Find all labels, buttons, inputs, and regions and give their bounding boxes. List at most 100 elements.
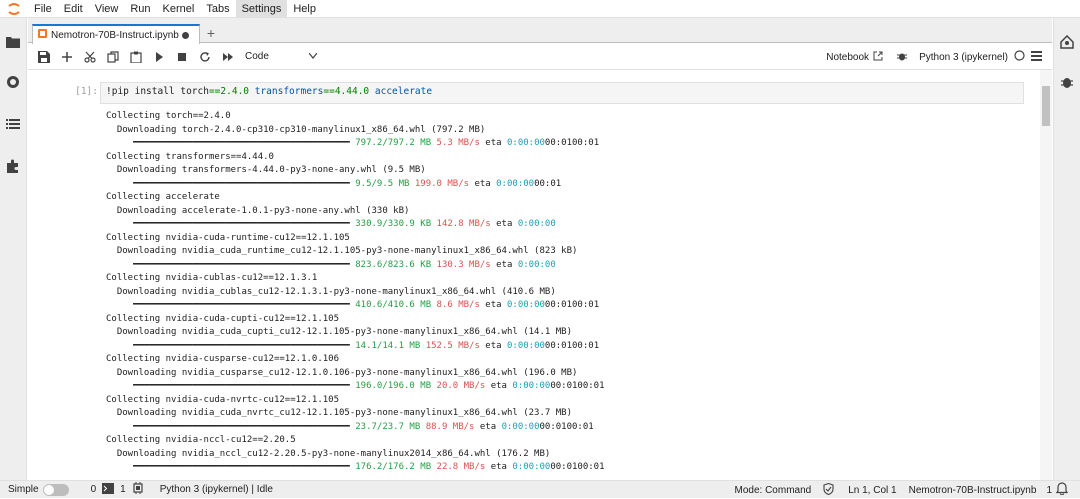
kernel-icon: [132, 482, 144, 497]
output-segment: ━━━━━━━━━━━━━━━━━━━━━━━━━━━━━━━━━━━━━━━━: [106, 300, 356, 310]
code-version: 2.4.0: [220, 86, 250, 97]
property-inspector-icon[interactable]: [1059, 34, 1075, 50]
menu-kernel[interactable]: Kernel: [157, 0, 201, 18]
output-segment: 0:00:00: [506, 138, 545, 148]
output-segment: Downloading torch-2.4.0-cp310-cp310-many…: [106, 124, 486, 135]
output-line: Collecting nvidia-nccl-cu12==2.20.5: [106, 434, 1026, 448]
output-segment: 5.3 MB/s: [431, 138, 480, 148]
code-text: !pip install torch: [106, 86, 209, 97]
output-segment: Downloading nvidia_cuda_runtime_cu12-12.…: [106, 246, 578, 256]
output-segment: 00:0100:01: [544, 138, 600, 148]
vertical-scrollbar[interactable]: [1040, 70, 1052, 480]
output-segment: Collecting nvidia-nccl-cu12==2.20.5: [106, 435, 296, 445]
fast-forward-icon[interactable]: [216, 46, 239, 68]
run-icon[interactable]: [147, 46, 170, 68]
output-segment: Downloading transformers-4.44.0-py3-none…: [106, 165, 426, 175]
notebook-tab[interactable]: Nemotron-70B-Instruct.ipynb: [32, 24, 200, 44]
menu-help[interactable]: Help: [287, 0, 322, 18]
cell-type-value: Code: [245, 51, 269, 62]
right-sidebar: [1053, 18, 1080, 480]
code-cell-input[interactable]: !pip install torch==2.4.0 transformers==…: [100, 82, 1024, 104]
copy-icon[interactable]: [101, 46, 124, 68]
output-segment: eta: [479, 138, 507, 148]
menu-run[interactable]: Run: [124, 0, 156, 18]
folder-icon[interactable]: [5, 34, 21, 50]
output-line: ━━━━━━━━━━━━━━━━━━━━━━━━━━━━━━━━━━━━━━━━…: [106, 461, 1026, 475]
output-line: Collecting nvidia-cublas-cu12==12.1.3.1: [106, 272, 1026, 286]
menu-tabs[interactable]: Tabs: [200, 0, 235, 18]
output-segment: 00:0100:01: [550, 462, 605, 472]
jupyter-logo-icon: [0, 0, 28, 18]
shield-check-icon[interactable]: [823, 482, 834, 498]
output-segment: ━━━━━━━━━━━━━━━━━━━━━━━━━━━━━━━━━━━━━━━━: [106, 462, 356, 472]
output-line: Collecting transformers==4.44.0: [106, 151, 1026, 165]
output-segment: 142.8 MB/s: [431, 219, 491, 229]
external-link-icon[interactable]: [873, 51, 883, 64]
output-segment: 14.1/14.1 MB: [355, 340, 421, 351]
restart-icon[interactable]: [193, 46, 216, 68]
menu-view[interactable]: View: [89, 0, 125, 18]
kernels-status[interactable]: 1: [120, 482, 144, 497]
output-line: Downloading nvidia_nccl_cu12-2.20.5-py3-…: [106, 448, 1026, 462]
code-version: 4.44.0: [334, 86, 370, 97]
output-segment: 0:00:00: [512, 462, 551, 472]
output-segment: 0:00:00: [496, 178, 535, 189]
toggle-switch[interactable]: [42, 483, 69, 496]
output-line: Downloading transformers-4.44.0-py3-none…: [106, 164, 1026, 178]
output-line: Downloading nvidia_cuda_nvrtc_cu12-12.1.…: [106, 407, 1026, 421]
output-segment: 130.3 MB/s: [431, 259, 491, 270]
output-segment: Collecting nvidia-cusparse-cu12==12.1.0.…: [106, 354, 339, 364]
code-package: transformers: [249, 86, 324, 97]
output-line: Downloading nvidia_cublas_cu12-12.1.3.1-…: [106, 286, 1026, 300]
output-segment: 0:00:00: [506, 300, 545, 310]
bell-icon[interactable]: [1055, 482, 1069, 498]
output-line: Collecting nvidia-cuda-runtime-cu12==12.…: [106, 232, 1026, 246]
debugger-icon[interactable]: [897, 51, 908, 64]
cell-output: Collecting torch==2.4.0 Downloading torc…: [106, 110, 1026, 475]
simple-mode-toggle[interactable]: Simple: [8, 483, 69, 496]
menu-file[interactable]: File: [28, 0, 58, 18]
kernel-status[interactable]: Python 3 (ipykernel) | Idle: [160, 484, 273, 495]
menu-edit[interactable]: Edit: [58, 0, 89, 18]
output-segment: ━━━━━━━━━━━━━━━━━━━━━━━━━━━━━━━━━━━━━━━━: [106, 178, 356, 189]
output-segment: ━━━━━━━━━━━━━━━━━━━━━━━━━━━━━━━━━━━━━━━━: [106, 259, 356, 270]
mode-status: Mode: Command: [734, 484, 812, 496]
code-op: ==: [208, 86, 221, 97]
cell-type-select[interactable]: Code: [245, 48, 318, 66]
output-segment: eta: [469, 178, 497, 189]
output-line: Collecting torch==2.4.0: [106, 110, 1026, 124]
output-segment: eta: [479, 340, 507, 351]
bug-icon[interactable]: [1059, 74, 1075, 90]
kernel-name[interactable]: Python 3 (ipykernel): [919, 52, 1008, 63]
menu-icon[interactable]: [1031, 50, 1042, 64]
terminals-status[interactable]: 0: [90, 482, 115, 497]
output-segment: ━━━━━━━━━━━━━━━━━━━━━━━━━━━━━━━━━━━━━━━━: [106, 421, 356, 432]
unsaved-dot-icon[interactable]: [181, 31, 189, 39]
stop-icon[interactable]: [170, 46, 193, 68]
output-segment: 00:0100:01: [544, 300, 600, 310]
output-line: Collecting nvidia-cusparse-cu12==12.1.0.…: [106, 353, 1026, 367]
simple-label: Simple: [8, 484, 39, 495]
cut-icon[interactable]: [78, 46, 101, 68]
kernel-idle-icon: [1014, 50, 1025, 64]
save-icon[interactable]: [32, 46, 55, 68]
output-segment: eta: [485, 462, 513, 472]
notebook-label[interactable]: Notebook: [826, 52, 869, 63]
output-segment: 00:0100:01: [539, 421, 594, 432]
scrollbar-thumb[interactable]: [1042, 86, 1050, 126]
toc-icon[interactable]: [5, 116, 21, 132]
output-segment: 823.6/823.6 KB: [355, 259, 432, 270]
terminals-count: 0: [90, 484, 97, 495]
paste-icon[interactable]: [124, 46, 147, 68]
output-segment: eta: [485, 381, 513, 391]
output-segment: eta: [474, 421, 502, 432]
output-segment: ━━━━━━━━━━━━━━━━━━━━━━━━━━━━━━━━━━━━━━━━: [106, 138, 356, 148]
output-segment: Collecting accelerate: [106, 192, 220, 202]
menu-settings[interactable]: Settings: [235, 0, 288, 18]
extension-icon[interactable]: [5, 158, 21, 174]
output-line: ━━━━━━━━━━━━━━━━━━━━━━━━━━━━━━━━━━━━━━━━…: [106, 218, 1026, 232]
add-tab-button[interactable]: +: [204, 26, 218, 40]
running-icon[interactable]: [5, 74, 21, 90]
add-cell-icon[interactable]: [55, 46, 78, 68]
cursor-position[interactable]: Ln 1, Col 1: [848, 485, 896, 496]
